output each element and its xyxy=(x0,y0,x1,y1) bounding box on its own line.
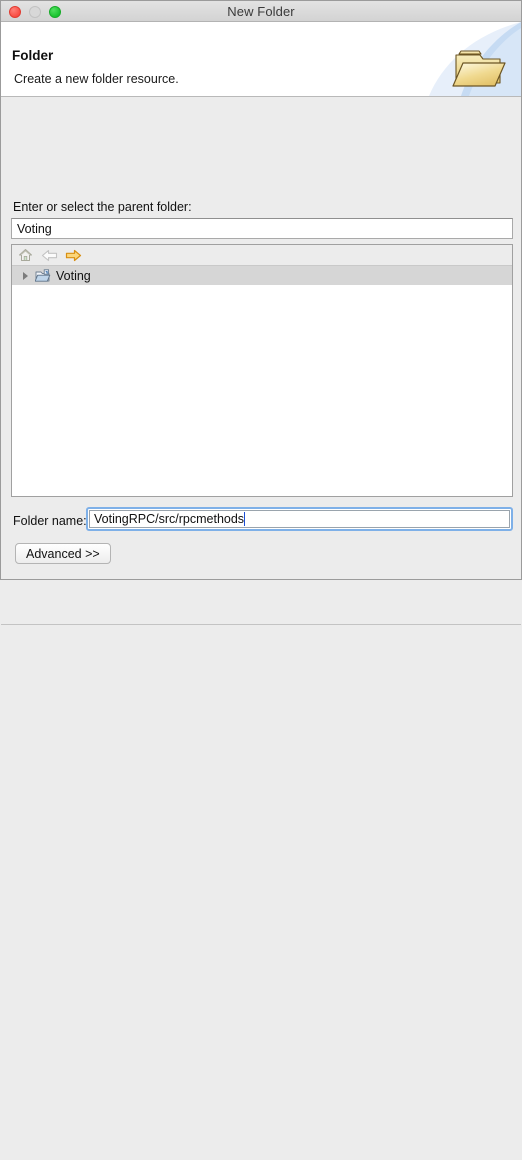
dialog-header: Folder Create a new folder resource. xyxy=(1,22,521,97)
folder-name-value: VotingRPC/src/rpcmethods xyxy=(94,512,245,526)
forward-arrow-icon[interactable] xyxy=(65,247,82,263)
dialog-body: Enter or select the parent folder: Votin… xyxy=(1,97,521,625)
new-folder-dialog: New Folder Folder Create a new folder re… xyxy=(0,0,522,625)
maximize-button[interactable] xyxy=(49,5,61,18)
folder-name-label: Folder name: xyxy=(13,514,87,528)
parent-folder-label: Enter or select the parent folder: xyxy=(13,200,192,214)
minimize-button[interactable] xyxy=(29,5,41,18)
page-title: Folder xyxy=(12,48,54,63)
footer-divider xyxy=(1,624,521,625)
advanced-button[interactable]: Advanced >> xyxy=(15,543,111,564)
window-controls xyxy=(9,1,61,22)
folder-name-field-inner[interactable]: VotingRPC/src/rpcmethods xyxy=(89,510,510,528)
back-arrow-icon[interactable] xyxy=(41,247,58,263)
window-title: New Folder xyxy=(227,3,295,19)
open-folder-icon xyxy=(451,46,507,92)
chevron-right-icon[interactable] xyxy=(20,270,31,281)
tree-row-label: Voting xyxy=(56,268,91,283)
page-description: Create a new folder resource. xyxy=(14,72,179,86)
home-icon[interactable] xyxy=(17,247,34,263)
text-caret xyxy=(244,512,246,526)
title-bar: New Folder xyxy=(1,1,521,22)
folder-name-field[interactable]: VotingRPC/src/rpcmethods xyxy=(86,507,513,531)
parent-folder-input[interactable] xyxy=(11,218,513,239)
tree-toolbar xyxy=(12,245,512,266)
folder-tree-panel: Voting xyxy=(11,244,513,497)
tree-row[interactable]: Voting xyxy=(12,266,512,285)
close-button[interactable] xyxy=(9,5,21,18)
project-folder-icon xyxy=(34,268,51,283)
folder-tree-list[interactable]: Voting xyxy=(12,266,512,495)
